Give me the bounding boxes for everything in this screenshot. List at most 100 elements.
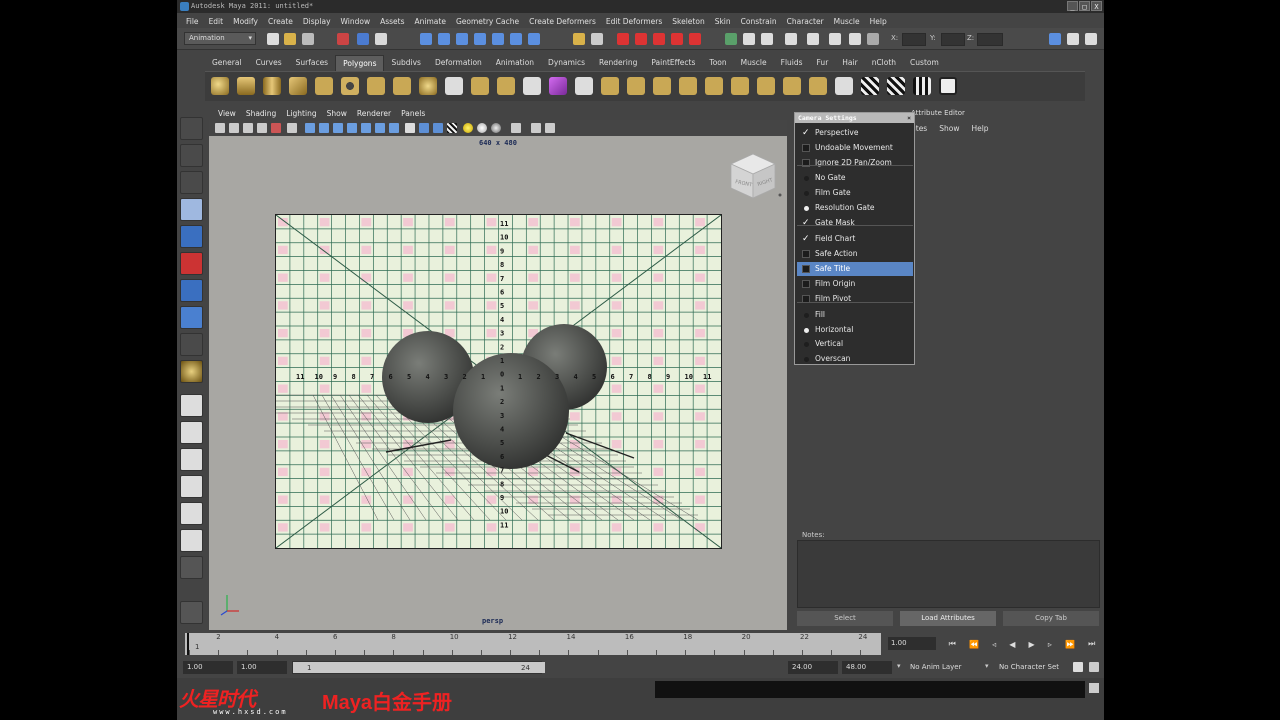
load-attributes-button[interactable]: Load Attributes [900, 611, 996, 626]
poly-prism-icon[interactable] [367, 77, 385, 95]
current-frame-field[interactable]: 1.00 [888, 637, 936, 650]
textured-icon[interactable] [447, 123, 457, 133]
camera-setting-ignore-2d-pan-zoom[interactable]: Ignore 2D Pan/Zoom [797, 156, 913, 170]
attribute-editor-toggle-icon[interactable] [1067, 33, 1079, 45]
combine-icon[interactable] [445, 77, 463, 95]
input-ops-icon[interactable] [617, 33, 629, 45]
gate-mask-icon[interactable] [347, 123, 357, 133]
character-set-dropdown-icon[interactable]: ▾ [985, 662, 989, 670]
vp-menu-shading[interactable]: Shading [241, 109, 281, 118]
ae-menu-show[interactable]: Show [939, 124, 959, 133]
snap-grid-icon[interactable] [420, 33, 432, 45]
poly-cylinder-icon[interactable] [263, 77, 281, 95]
xray-icon[interactable] [531, 123, 541, 133]
history-icon[interactable] [591, 33, 603, 45]
poly-torus-icon[interactable] [341, 77, 359, 95]
shelf-tab-dynamics[interactable]: Dynamics [541, 55, 592, 70]
use-all-lights-icon[interactable] [477, 123, 487, 133]
select-button[interactable]: Select [797, 611, 893, 626]
shelf-tab-animation[interactable]: Animation [489, 55, 541, 70]
shelf-tab-fluids[interactable]: Fluids [774, 55, 810, 70]
menu-assets[interactable]: Assets [375, 17, 409, 26]
safe-action-icon[interactable] [375, 123, 385, 133]
insert-edge-loop-icon[interactable] [705, 77, 723, 95]
script-editor-icon[interactable] [1089, 683, 1099, 693]
menu-create[interactable]: Create [263, 17, 298, 26]
camera-setting-perspective[interactable]: ✓ Perspective [797, 126, 913, 140]
camera-attributes-icon[interactable] [229, 123, 239, 133]
construction-history-icon[interactable] [653, 33, 665, 45]
view-cube[interactable]: FRONT RIGHT [723, 150, 783, 202]
split-icon[interactable] [679, 77, 697, 95]
snap-surface-icon[interactable] [492, 33, 504, 45]
render-frame-icon[interactable] [671, 33, 683, 45]
shelf-tab-hair[interactable]: Hair [835, 55, 864, 70]
wireframe-on-shaded-icon[interactable] [433, 123, 443, 133]
select-object-icon[interactable] [357, 33, 369, 45]
camera-setting-gate-mask[interactable]: ✓ Gate Mask [797, 216, 913, 230]
snap-point-icon[interactable] [456, 33, 468, 45]
x-field[interactable] [902, 33, 926, 46]
uv-snapshot-icon[interactable] [939, 77, 957, 95]
uv-checker-icon[interactable] [887, 77, 905, 95]
maximize-button[interactable]: □ [1079, 1, 1090, 11]
menu-animate[interactable]: Animate [410, 17, 451, 26]
perspective-viewport[interactable]: 640 x 480 FRONT RIGHT 11 10 9 8 7 6 5 4 … [209, 136, 787, 630]
menu-skin[interactable]: Skin [710, 17, 736, 26]
vp-menu-view[interactable]: View [213, 109, 241, 118]
soft-modification-icon[interactable] [180, 306, 203, 329]
anim-layer-dropdown[interactable]: No Anim Layer [910, 663, 961, 671]
output-ops-icon[interactable] [635, 33, 647, 45]
camera-setting-film-pivot[interactable]: Film Pivot [797, 292, 913, 306]
grease-pencil-icon[interactable] [287, 123, 297, 133]
poly-plane-icon[interactable] [315, 77, 333, 95]
bridge-icon[interactable] [627, 77, 645, 95]
transform-field-icon[interactable] [867, 33, 879, 45]
manipulator-tool-icon[interactable] [180, 279, 203, 302]
offset-edge-icon[interactable] [731, 77, 749, 95]
grid-icon[interactable] [305, 123, 315, 133]
range-slider[interactable]: 1 24 [292, 661, 545, 674]
checker-icon[interactable] [861, 77, 879, 95]
layout-icon[interactable] [1049, 33, 1061, 45]
planar-map-icon[interactable] [835, 77, 853, 95]
animation-end-field[interactable]: 48.00 [842, 661, 892, 674]
step-back-frame-icon[interactable]: ⏪ [969, 640, 979, 649]
shelf-tab-deformation[interactable]: Deformation [428, 55, 489, 70]
notes-field[interactable] [797, 540, 1100, 608]
new-scene-icon[interactable] [267, 33, 279, 45]
auto-key-icon[interactable] [1073, 662, 1083, 672]
poly-pyramid-icon[interactable] [393, 77, 411, 95]
smooth-icon[interactable] [523, 77, 541, 95]
lasso-tool-icon[interactable] [180, 144, 203, 167]
camera-setting-field-chart[interactable]: ✓ Field Chart [797, 232, 913, 246]
separate-icon[interactable] [471, 77, 489, 95]
menu-modify[interactable]: Modify [228, 17, 263, 26]
camera-setting-horizontal[interactable]: Horizontal [797, 323, 913, 337]
film-gate-icon[interactable] [319, 123, 329, 133]
hypershade-layout-icon[interactable] [180, 502, 203, 525]
merge-icon[interactable] [783, 77, 801, 95]
z-field[interactable] [977, 33, 1003, 46]
poly-pipe-icon[interactable] [419, 77, 437, 95]
camera-setting-resolution-gate[interactable]: Resolution Gate [797, 201, 913, 215]
curve-layout-icon[interactable] [180, 529, 203, 552]
xray-joints-icon[interactable] [545, 123, 555, 133]
step-forward-frame-icon[interactable]: ⏩ [1065, 640, 1075, 649]
menu-help[interactable]: Help [865, 17, 892, 26]
shelf-tab-surfaces[interactable]: Surfaces [289, 55, 335, 70]
menu-edit[interactable]: Edit [204, 17, 229, 26]
graph-layout-icon[interactable] [180, 475, 203, 498]
animation-start-field[interactable]: 1.00 [183, 661, 233, 674]
field-chart-icon[interactable] [361, 123, 371, 133]
script-output-field[interactable] [655, 681, 1085, 698]
menu-create-deformers[interactable]: Create Deformers [524, 17, 601, 26]
shelf-tab-ncloth[interactable]: nCloth [865, 55, 903, 70]
menu-muscle[interactable]: Muscle [829, 17, 865, 26]
channel-box-icon[interactable] [785, 33, 797, 45]
select-component-icon[interactable] [375, 33, 387, 45]
play-forwards-icon[interactable]: ▶ [1029, 640, 1035, 649]
extract-icon[interactable] [497, 77, 515, 95]
relative-mode-icon[interactable] [807, 33, 819, 45]
shadows-icon[interactable] [491, 123, 501, 133]
